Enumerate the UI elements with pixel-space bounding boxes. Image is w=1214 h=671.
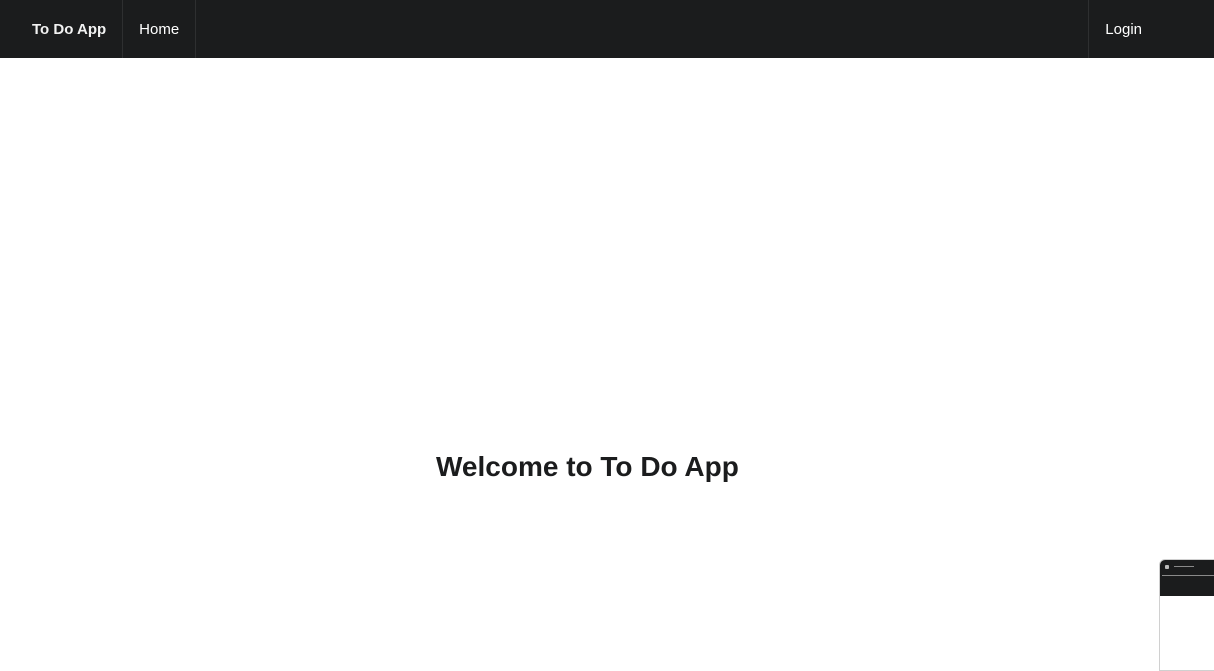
navbar-spacer [196,0,1088,58]
top-navbar: To Do App Home Login [0,0,1214,58]
screenshot-preview-thumbnail[interactable] [1159,559,1214,671]
thumbnail-navbar [1160,560,1214,596]
login-link[interactable]: Login [1088,0,1214,58]
brand-link[interactable]: To Do App [0,0,124,58]
nav-item-home[interactable]: Home [123,0,197,58]
main-content: Welcome to To Do App [0,58,1214,667]
thumbnail-lock-icon [1165,565,1169,569]
thumbnail-address-line [1174,566,1194,567]
thumbnail-toolbar-line [1162,575,1214,576]
welcome-heading: Welcome to To Do App [436,451,739,482]
